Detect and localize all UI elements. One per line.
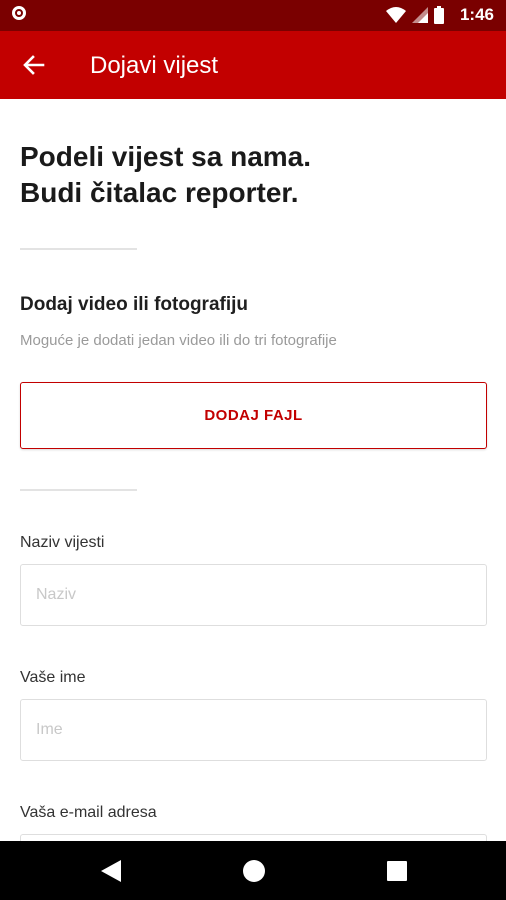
intro-line-2: Budi čitalac reporter. (20, 177, 299, 208)
media-section-title: Dodaj video ili fotografiju (20, 294, 248, 315)
battery-icon (434, 6, 444, 24)
status-bar: 1:46 (0, 0, 506, 31)
back-button[interactable] (18, 49, 50, 81)
arrow-left-icon (23, 55, 45, 75)
nav-home-button[interactable] (240, 857, 268, 885)
navigation-bar (0, 841, 506, 900)
news-title-input[interactable] (20, 564, 487, 626)
wifi-icon (386, 7, 406, 23)
back-triangle-icon (101, 860, 121, 882)
media-section-subtitle: Moguće je dodati jedan video ili do tri … (20, 332, 337, 349)
email-label: Vaša e-mail adresa (20, 804, 157, 821)
intro-line-1: Podeli vijest sa nama. (20, 141, 312, 172)
nav-recents-button[interactable] (383, 857, 411, 885)
intro-headline: Podeli vijest sa nama. Budi čitalac repo… (20, 139, 311, 211)
add-file-button[interactable]: DODAJ FAJL (20, 382, 487, 449)
status-icons (386, 5, 444, 25)
app-bar: Dojavi vijest (0, 31, 506, 99)
home-circle-icon (243, 860, 265, 882)
news-title-label: Naziv vijesti (20, 534, 105, 551)
divider (20, 489, 137, 491)
page-title: Dojavi vijest (90, 52, 219, 79)
divider (20, 248, 137, 250)
name-label: Vaše ime (20, 669, 86, 686)
signal-icon (412, 7, 428, 23)
name-input[interactable] (20, 699, 487, 761)
recents-square-icon (387, 861, 407, 881)
status-time: 1:46 (459, 5, 494, 24)
nav-back-button[interactable] (97, 857, 125, 885)
email-input[interactable] (20, 834, 487, 841)
report-form-content[interactable]: Podeli vijest sa nama. Budi čitalac repo… (0, 99, 506, 841)
record-icon (12, 6, 26, 20)
